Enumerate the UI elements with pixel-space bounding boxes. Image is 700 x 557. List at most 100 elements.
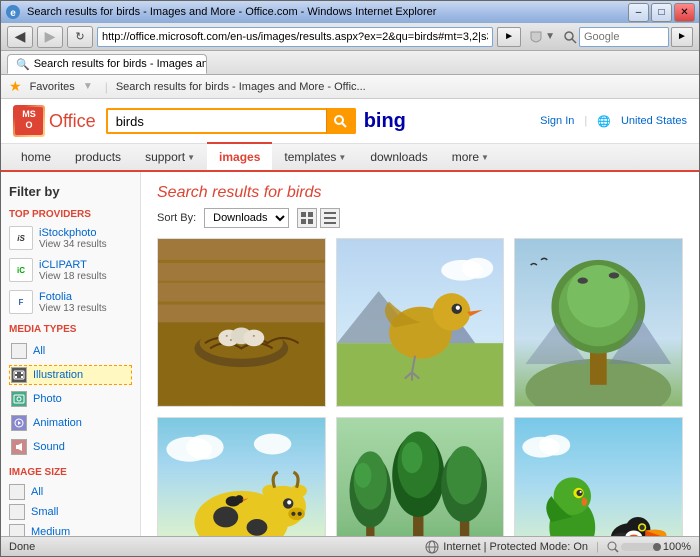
zoom-slider[interactable]	[621, 543, 661, 551]
nav-item-home[interactable]: home	[9, 143, 63, 171]
zoom-handle[interactable]	[653, 543, 661, 551]
media-type-illustration[interactable]: Illustration	[9, 365, 132, 385]
nav-item-images[interactable]: images	[207, 142, 272, 170]
image-item-2[interactable]	[336, 238, 505, 407]
media-type-all-label[interactable]: All	[33, 345, 45, 357]
illustration-icon-svg	[13, 369, 25, 381]
size-medium[interactable]: Medium	[9, 524, 132, 536]
nav-item-products[interactable]: products	[63, 143, 133, 171]
size-small[interactable]: Small	[9, 504, 132, 520]
nav-templates-arrow-icon: ▼	[338, 153, 346, 162]
grid-icon	[301, 212, 313, 224]
status-zoom: 100%	[607, 541, 691, 553]
content-area: MS O Office bing Sign In | 🌐 United Stat…	[1, 99, 699, 536]
provider-iclipart[interactable]: iC iCLIPART View 18 results	[9, 258, 132, 282]
svg-text:e: e	[10, 8, 16, 19]
sort-select[interactable]: Downloads Relevance Date	[204, 208, 289, 228]
zoom-level: 100%	[663, 541, 691, 553]
size-all-icon	[9, 484, 25, 500]
active-tab[interactable]: 🔍 Search results for birds - Images and …	[7, 54, 207, 74]
media-type-all[interactable]: All	[9, 341, 132, 361]
cow-image	[158, 418, 325, 536]
size-small-label[interactable]: Small	[31, 506, 59, 518]
image-item-5[interactable]	[336, 417, 505, 536]
bird-cartoon-image	[337, 239, 504, 406]
image-item-4[interactable]	[157, 417, 326, 536]
size-all[interactable]: All	[9, 484, 132, 500]
status-divider: |	[596, 541, 599, 553]
sound-icon-svg	[13, 441, 25, 453]
minimize-button[interactable]: –	[628, 3, 649, 22]
favorites-label[interactable]: Favorites	[30, 81, 75, 93]
media-type-photo-label[interactable]: Photo	[33, 393, 62, 405]
view-grid-button[interactable]	[297, 208, 317, 228]
image-item-3[interactable]	[514, 238, 683, 407]
provider-fotolia[interactable]: F Fotolia View 13 results	[9, 290, 132, 314]
nav-support-label: support	[145, 150, 185, 164]
filter-title: Filter by	[9, 184, 132, 199]
maximize-button[interactable]: □	[651, 3, 672, 22]
media-type-all-icon	[11, 343, 27, 359]
nest-image	[158, 239, 325, 406]
media-type-sound[interactable]: Sound	[9, 437, 132, 457]
office-logo-box: MS O	[13, 105, 45, 137]
title-bar-left: e Search results for birds - Images and …	[5, 4, 436, 20]
zoom-icon	[607, 541, 619, 553]
header-search-input[interactable]	[106, 108, 326, 134]
search-icon-small	[563, 30, 577, 44]
media-type-photo[interactable]: Photo	[9, 389, 132, 409]
address-input[interactable]	[97, 27, 493, 47]
office-logo-text: Office	[49, 111, 96, 132]
list-icon	[324, 212, 336, 224]
istockphoto-link[interactable]: iStockphoto	[39, 227, 107, 239]
search-area: ►	[559, 27, 693, 47]
size-medium-icon	[9, 524, 25, 536]
media-type-animation-label[interactable]: Animation	[33, 417, 82, 429]
size-medium-label[interactable]: Medium	[31, 526, 70, 536]
forward-button[interactable]: ▶	[37, 26, 63, 48]
iclipart-icon: iC	[9, 258, 33, 282]
media-type-sound-label[interactable]: Sound	[33, 441, 65, 453]
image-item-6[interactable]: (c) 2012, xtremetips.com	[514, 417, 683, 536]
header-search-button[interactable]	[326, 108, 356, 134]
favorites-item-birds[interactable]: Search results for birds - Images and Mo…	[116, 81, 366, 93]
nav-item-downloads[interactable]: downloads	[358, 143, 439, 171]
fotolia-link[interactable]: Fotolia	[39, 291, 107, 303]
sort-label: Sort By:	[157, 212, 196, 224]
go-button[interactable]: ►	[497, 27, 521, 47]
favorites-star-icon: ★	[9, 78, 22, 95]
security-label: ▼	[545, 31, 555, 42]
image-item-1[interactable]	[157, 238, 326, 407]
page-body: Filter by TOP PROVIDERS iS iStockphoto V…	[1, 172, 699, 536]
close-button[interactable]: ✕	[674, 3, 695, 22]
media-type-illustration-label[interactable]: Illustration	[33, 369, 83, 381]
fotolia-count: View 13 results	[39, 303, 107, 314]
nav-item-more[interactable]: more ▼	[440, 143, 501, 171]
tab-favicon: 🔍	[16, 58, 30, 71]
sign-in-link[interactable]: Sign In	[540, 115, 574, 127]
view-list-button[interactable]	[320, 208, 340, 228]
refresh-button[interactable]: ↻	[67, 26, 93, 48]
header-search-box: bing	[106, 108, 530, 134]
region-link[interactable]: United States	[621, 115, 687, 127]
forest-image	[337, 418, 504, 536]
media-type-illustration-icon	[11, 367, 27, 383]
image-grid: (c) 2012, xtremetips.com	[157, 238, 683, 536]
nav-item-templates[interactable]: templates ▼	[272, 143, 358, 171]
results-title: Search results for birds	[157, 184, 683, 202]
provider-istockphoto[interactable]: iS iStockphoto View 34 results	[9, 226, 132, 250]
media-type-animation[interactable]: Animation	[9, 413, 132, 433]
fotolia-icon: F	[9, 290, 33, 314]
search-go-button[interactable]: ►	[671, 27, 693, 47]
animation-icon-svg	[13, 417, 25, 429]
size-all-label[interactable]: All	[31, 486, 43, 498]
address-bar: ◀ ▶ ↻ ► ▼ ►	[1, 23, 699, 51]
window-controls: – □ ✕	[628, 3, 695, 22]
main-results: Search results for birds Sort By: Downlo…	[141, 172, 699, 536]
iclipart-link[interactable]: iCLIPART	[39, 259, 107, 271]
security-icon	[529, 30, 543, 44]
nav-item-support[interactable]: support ▼	[133, 143, 207, 171]
nav-support-arrow-icon: ▼	[187, 153, 195, 162]
back-button[interactable]: ◀	[7, 26, 33, 48]
search-input[interactable]	[579, 27, 669, 47]
